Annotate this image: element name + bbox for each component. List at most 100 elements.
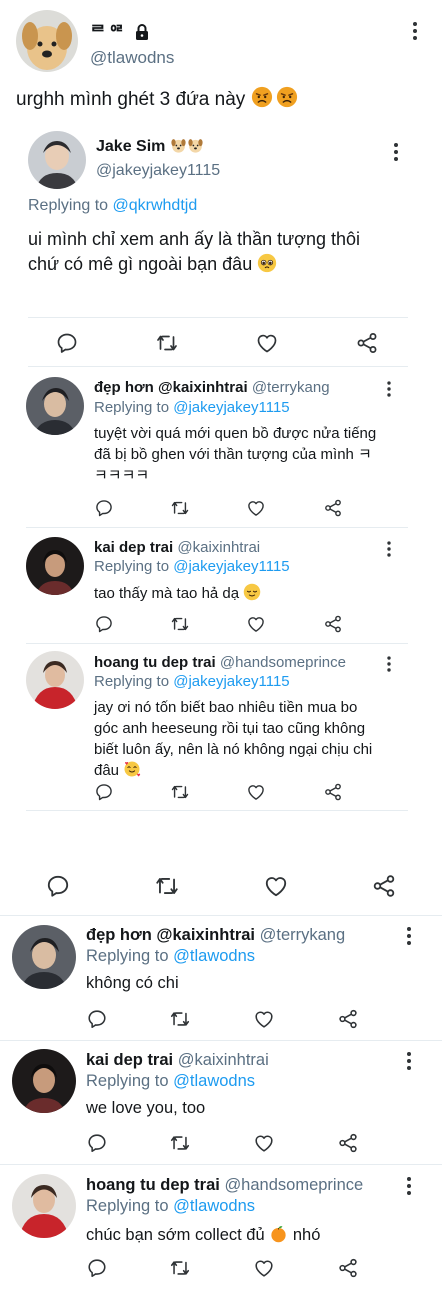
more-icon[interactable] <box>383 381 395 398</box>
reply-header: kai dep trai @kaixinhtrai <box>94 539 260 556</box>
handle[interactable]: @kaixinhtrai <box>178 1051 269 1069</box>
share-icon[interactable] <box>337 1132 359 1154</box>
comment-icon[interactable] <box>94 614 114 634</box>
reply-text-line: biết luôn ấy, nên là nó không ngại chịu … <box>94 741 373 758</box>
reply-text: chúc bạn sớm collect đủ nhó <box>86 1224 320 1245</box>
more-icon[interactable] <box>383 656 395 673</box>
reply-text-line: jay ơi nó tốn biết bao nhiêu tiền mua bo <box>94 699 358 716</box>
replying-link[interactable]: @jakeyjakey1115 <box>173 673 289 690</box>
more-icon[interactable] <box>402 926 416 946</box>
avatar[interactable] <box>16 10 78 72</box>
share-icon[interactable] <box>337 1008 359 1030</box>
retweet-icon[interactable] <box>154 873 180 899</box>
reply-text: tuyệt vời quá mới quen bồ được nửa tiếng… <box>94 423 376 486</box>
handle[interactable]: @terrykang <box>252 379 330 396</box>
divider <box>26 643 408 644</box>
like-icon[interactable] <box>255 331 279 355</box>
handle[interactable]: @handsomeprince <box>224 1176 363 1194</box>
avatar[interactable] <box>12 1174 76 1238</box>
share-icon[interactable] <box>371 873 397 899</box>
avatar[interactable] <box>28 131 86 189</box>
replying-to: Replying to @tlawodns <box>86 1072 255 1091</box>
reply-text-line: ㅋㅋㅋㅋ <box>94 467 150 484</box>
relieved-face-icon <box>243 583 261 601</box>
avatar[interactable] <box>26 377 84 435</box>
reply-text-line: đã bị bồ ghen với thần tượng của mình ㅋ <box>94 446 372 463</box>
replying-prefix: Replying to <box>28 197 109 214</box>
handle[interactable]: @handsomeprince <box>220 654 346 671</box>
retweet-icon[interactable] <box>170 782 190 802</box>
replying-prefix: Replying to <box>94 673 170 690</box>
display-name[interactable]: hoang tu dep trai <box>86 1176 220 1194</box>
comment-icon[interactable] <box>94 498 114 518</box>
comment-icon[interactable] <box>45 873 71 899</box>
like-icon[interactable] <box>253 1257 275 1279</box>
more-icon[interactable] <box>402 1051 416 1071</box>
more-icon[interactable] <box>383 541 395 558</box>
display-name[interactable]: đẹp hơn @kaixinhtrai <box>94 379 248 396</box>
tweet-text-line: chứ có mê gì ngoài bạn đâu <box>28 252 360 277</box>
comment-icon[interactable] <box>86 1257 108 1279</box>
share-icon[interactable] <box>323 782 343 802</box>
replying-link[interactable]: @jakeyjakey1115 <box>173 558 289 575</box>
tweet-text-body: urghh mình ghét 3 đứa này <box>16 89 246 110</box>
like-icon[interactable] <box>253 1008 275 1030</box>
comment-icon[interactable] <box>55 331 79 355</box>
replying-to: Replying to @jakeyjakey1115 <box>94 399 290 416</box>
share-icon[interactable] <box>323 614 343 634</box>
replying-link[interactable]: @tlawodns <box>173 947 255 965</box>
dog-icon <box>187 137 204 154</box>
divider <box>28 366 408 367</box>
display-name[interactable]: hoang tu dep trai <box>94 654 216 671</box>
angry-face-icon <box>276 86 298 108</box>
replying-to: Replying to @jakeyjakey1115 <box>94 558 290 575</box>
more-icon[interactable] <box>402 1176 416 1196</box>
lock-icon <box>135 24 149 45</box>
avatar[interactable] <box>12 925 76 989</box>
more-icon[interactable] <box>408 21 422 41</box>
retweet-icon[interactable] <box>170 614 190 634</box>
divider <box>28 317 408 318</box>
handle[interactable]: @tlawodns <box>90 48 174 68</box>
retweet-icon[interactable] <box>169 1257 191 1279</box>
replying-link[interactable]: @tlawodns <box>173 1072 255 1090</box>
reply-text-line: đâu <box>94 760 372 781</box>
like-icon[interactable] <box>246 498 266 518</box>
retweet-icon[interactable] <box>169 1132 191 1154</box>
share-icon[interactable] <box>323 498 343 518</box>
comment-icon[interactable] <box>86 1132 108 1154</box>
avatar[interactable] <box>12 1049 76 1113</box>
comment-icon[interactable] <box>94 782 114 802</box>
more-icon[interactable] <box>389 142 403 162</box>
like-icon[interactable] <box>253 1132 275 1154</box>
display-name[interactable]: ᄅᄋᄅ <box>90 18 149 45</box>
retweet-icon[interactable] <box>169 1008 191 1030</box>
handle[interactable]: @terrykang <box>260 926 346 944</box>
tweet-text: urghh mình ghét 3 đứa này <box>16 86 298 111</box>
replying-prefix: Replying to <box>86 947 169 965</box>
divider <box>26 810 408 811</box>
replying-link[interactable]: @tlawodns <box>173 1197 255 1215</box>
handle[interactable]: @jakeyjakey1115 <box>96 162 220 180</box>
handle[interactable]: @kaixinhtrai <box>177 539 260 556</box>
retweet-icon[interactable] <box>170 498 190 518</box>
display-name[interactable]: kai dep trai <box>94 539 173 556</box>
comment-icon[interactable] <box>86 1008 108 1030</box>
like-icon[interactable] <box>246 614 266 634</box>
retweet-icon[interactable] <box>155 331 179 355</box>
replying-link[interactable]: @qkrwhdtjd <box>113 197 198 214</box>
share-icon[interactable] <box>355 331 379 355</box>
like-icon[interactable] <box>263 873 289 899</box>
display-name[interactable]: kai dep trai <box>86 1051 173 1069</box>
display-name[interactable]: Jake Sim <box>96 137 204 156</box>
reply-header: đẹp hơn @kaixinhtrai @terrykang <box>94 379 330 396</box>
avatar[interactable] <box>26 651 84 709</box>
like-icon[interactable] <box>246 782 266 802</box>
replying-link[interactable]: @jakeyjakey1115 <box>173 399 289 416</box>
avatar[interactable] <box>26 537 84 595</box>
display-name[interactable]: đẹp hơn @kaixinhtrai <box>86 926 255 944</box>
share-icon[interactable] <box>337 1257 359 1279</box>
replying-prefix: Replying to <box>94 558 170 575</box>
replying-prefix: Replying to <box>86 1072 169 1090</box>
divider <box>26 527 408 528</box>
